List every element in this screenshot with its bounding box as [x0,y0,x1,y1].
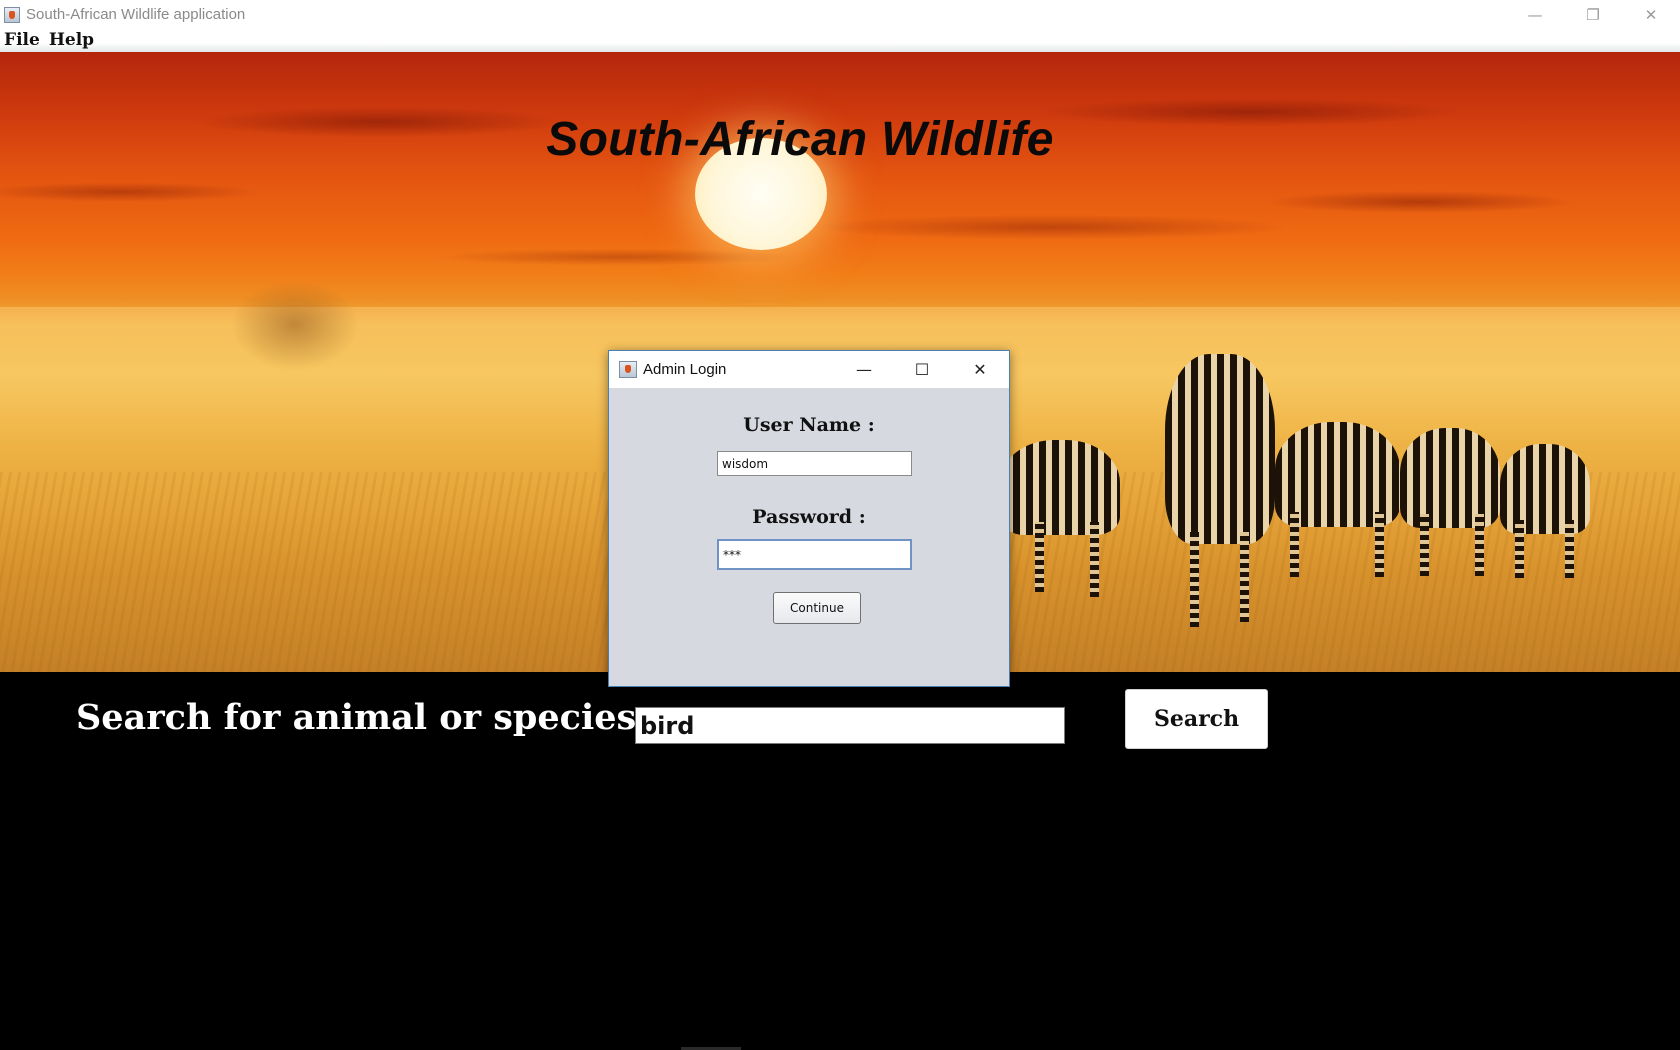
acacia-tree [210,262,380,442]
zebra [1165,354,1275,544]
minimize-icon[interactable]: — [835,351,893,388]
close-icon[interactable]: ✕ [1622,0,1680,29]
java-app-icon [4,6,20,23]
search-label: Search for animal or species : [76,697,662,738]
window-controls: — ❐ ✕ [1506,0,1680,29]
zebra-leg [1240,532,1249,622]
zebra-leg [1565,520,1574,578]
continue-button[interactable]: Continue [773,592,861,624]
close-icon[interactable]: ✕ [951,351,1009,388]
search-input[interactable] [635,707,1065,744]
window-title: South-African Wildlife application [26,6,246,23]
dialog-titlebar[interactable]: Admin Login — ☐ ✕ [609,351,1009,388]
maximize-icon[interactable]: ☐ [893,351,951,388]
zebra [1500,444,1590,534]
zebra-leg [1475,514,1484,576]
menu-bar: File Help [0,29,1680,52]
password-field[interactable] [717,539,912,570]
menu-help[interactable]: Help [45,29,99,52]
java-app-icon [619,361,637,378]
banner-title: South-African Wildlife [546,113,1054,166]
zebra [1000,440,1120,535]
minimize-icon[interactable]: — [1506,0,1564,29]
username-field[interactable] [717,451,912,476]
zebra-leg [1375,512,1384,577]
zebra-leg [1420,514,1429,576]
zebra-leg [1090,522,1099,597]
admin-login-dialog: Admin Login — ☐ ✕ User Name : Password :… [608,350,1010,687]
zebra [1400,428,1500,528]
zebra-leg [1290,512,1299,577]
menu-file[interactable]: File [0,29,45,52]
dialog-title: Admin Login [643,361,727,378]
zebra-leg [1190,532,1199,627]
window-titlebar: South-African Wildlife application — ❐ ✕ [0,0,1680,29]
password-label: Password : [752,506,866,528]
restore-icon[interactable]: ❐ [1564,0,1622,29]
zebra-leg [1515,520,1524,578]
sky-clouds [0,52,1680,292]
username-label: User Name : [743,414,875,436]
dialog-controls: — ☐ ✕ [835,351,1009,388]
zebra-leg [1035,522,1044,592]
search-button[interactable]: Search [1125,689,1268,749]
